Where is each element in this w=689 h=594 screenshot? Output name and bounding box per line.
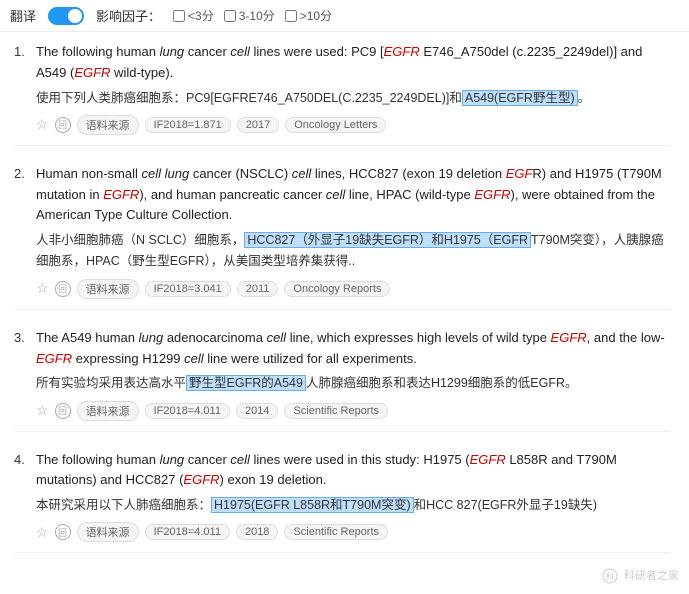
year-badge-2: 2011 [237,281,279,297]
result-body-4: The following human lung cancer cell lin… [36,450,671,543]
factor-checkbox-1[interactable] [173,10,185,22]
egfr-2c: EGFR [474,187,510,202]
meta-row-1: ☆ 回 语料来源 IF2018=1.871 2017 Oncology Lett… [36,115,671,135]
star-icon-2[interactable]: ☆ [36,280,49,297]
zh-text-2: 人非小细胞肺癌（N SCLC）细胞系，HCC827（外显子19缺失EGFR）和H… [36,230,671,273]
highlight-2: HCC827（外显子19缺失EGFR）和H1975（EGFR [244,232,531,248]
zh-text-4: 本研究采用以下人肺癌细胞系：H1975(EGFR L858R和T790M突变)和… [36,495,671,516]
result-num-3: 3. [14,328,30,421]
highlight-1: A549(EGFR野生型) [462,90,578,106]
zh-text-1: 使用下列人类肺癌细胞系：PC9[EGFRE746_A750DEL(C.2235_… [36,88,671,109]
italic-cell-3: cell [267,330,287,345]
translate-label: 翻译 [10,6,36,25]
en-text-4: The following human lung cancer cell lin… [36,450,671,492]
star-icon-1[interactable]: ☆ [36,116,49,133]
factor-options: <3分 3-10分 >10分 [173,7,332,24]
italic-lung-3: lung [139,330,164,345]
content: 1. The following human lung cancer cell … [0,32,689,581]
meta-row-4: ☆ 回 语料来源 IF2018=4.011 2018 Scientific Re… [36,522,671,542]
italic-cell-2b: cell [326,187,346,202]
journal-badge-3: Scientific Reports [284,403,388,419]
highlight-3: 野生型EGFR的A549 [186,375,306,391]
meta-row-2: ☆ 回 语料来源 IF2018=3.041 2011 Oncology Repo… [36,279,671,299]
result-num-4: 4. [14,450,30,543]
italic-cell-3b: cell [184,351,204,366]
zh-text-3: 所有实验均采用表达高水平野生型EGFR的A549人肺腺癌细胞系和表达H1299细… [36,373,671,394]
if-badge-4: IF2018=4.011 [145,524,230,540]
toggle-knob [68,9,82,23]
year-badge-1: 2017 [237,117,279,133]
circle-icon-4[interactable]: 回 [55,524,71,540]
result-body-2: Human non-small cell lung cancer (NSCLC)… [36,164,671,299]
source-badge-2[interactable]: 语料来源 [77,279,139,299]
en-text-2: Human non-small cell lung cancer (NSCLC)… [36,164,671,226]
italic-cell-lung-2: cell lung [142,166,190,181]
egfr-2b: EGFR [103,187,139,202]
egfr-3b: EGFR [36,351,72,366]
source-badge-3[interactable]: 语料来源 [77,401,139,421]
egfr-1a: EGFR [384,44,420,59]
journal-badge-2: Oncology Reports [284,281,390,297]
year-badge-4: 2018 [236,524,278,540]
if-badge-3: IF2018=4.011 [145,403,230,419]
star-icon-4[interactable]: ☆ [36,524,49,541]
source-badge-1[interactable]: 语料来源 [77,115,139,135]
result-num-1: 1. [14,42,30,135]
factor-checkbox-3[interactable] [285,10,297,22]
top-bar: 翻译 影响因子： <3分 3-10分 >10分 [0,0,689,32]
factor-label: 影响因子： [96,6,161,25]
italic-lung-4: lung [160,452,185,467]
result-num-2: 2. [14,164,30,299]
if-badge-1: IF2018=1.871 [145,117,231,133]
factor-option-2[interactable]: 3-10分 [224,7,275,24]
result-body-1: The following human lung cancer cell lin… [36,42,671,135]
result-item-4: 4. The following human lung cancer cell … [14,450,671,554]
circle-icon-2[interactable]: 回 [55,281,71,297]
translate-toggle[interactable] [48,7,84,25]
circle-icon-3[interactable]: 回 [55,403,71,419]
journal-badge-1: Oncology Letters [285,117,386,133]
source-badge-4[interactable]: 语料来源 [77,522,139,542]
egfr-3a: EGFR [551,330,587,345]
factor-checkbox-2[interactable] [224,10,236,22]
highlight-4: H1975(EGFR L858R和T790M突变) [211,497,414,513]
egfr-4a: EGFR [470,452,506,467]
italic-cell-2: cell [292,166,312,181]
result-body-3: The A549 human lung adenocarcinoma cell … [36,328,671,421]
journal-badge-4: Scientific Reports [284,524,388,540]
circle-icon-1[interactable]: 回 [55,117,71,133]
result-item-3: 3. The A549 human lung adenocarcinoma ce… [14,328,671,432]
egfr-2a: EGF [506,166,533,181]
result-item-2: 2. Human non-small cell lung cancer (NSC… [14,164,671,310]
italic-cell-4: cell [230,452,250,467]
if-badge-2: IF2018=3.041 [145,281,231,297]
meta-row-3: ☆ 回 语料来源 IF2018=4.011 2014 Scientific Re… [36,401,671,421]
factor-option-1[interactable]: <3分 [173,7,214,24]
factor-option-3[interactable]: >10分 [285,7,332,24]
en-text-3: The A549 human lung adenocarcinoma cell … [36,328,671,370]
italic-lung-1: lung [160,44,185,59]
egfr-4b: EGFR [183,472,219,487]
star-icon-3[interactable]: ☆ [36,402,49,419]
egfr-1b: EGFR [74,65,110,80]
result-item-1: 1. The following human lung cancer cell … [14,42,671,146]
year-badge-3: 2014 [236,403,278,419]
en-text-1: The following human lung cancer cell lin… [36,42,671,84]
italic-cell-1: cell [230,44,250,59]
